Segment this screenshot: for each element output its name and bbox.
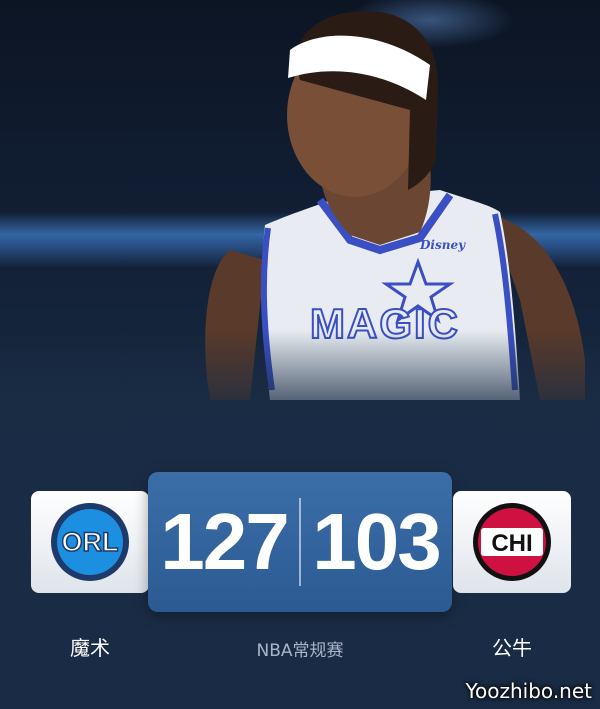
jersey-sponsor: Disney <box>420 238 466 252</box>
scoreboard: 127 103 <box>148 472 452 612</box>
away-team-tile[interactable]: CHI <box>453 491 571 593</box>
site-watermark: Yoozhibo.net <box>465 679 592 703</box>
hero-fade <box>0 330 600 470</box>
svg-text:CHI: CHI <box>491 530 532 557</box>
home-team-name: 魔术 <box>70 636 110 660</box>
home-score: 127 <box>160 497 289 586</box>
away-score: 103 <box>312 497 441 586</box>
away-team-name: 公牛 <box>492 636 532 660</box>
chi-logo-icon: CHI <box>473 503 551 581</box>
svg-text:ORL: ORL <box>62 527 119 557</box>
score-divider <box>299 498 301 586</box>
orl-logo-icon: ORL <box>51 503 129 581</box>
hero-photo: MAGIC Disney <box>0 0 600 470</box>
home-team-tile[interactable]: ORL <box>31 491 149 593</box>
game-type-label: NBA常规赛 <box>256 641 344 661</box>
